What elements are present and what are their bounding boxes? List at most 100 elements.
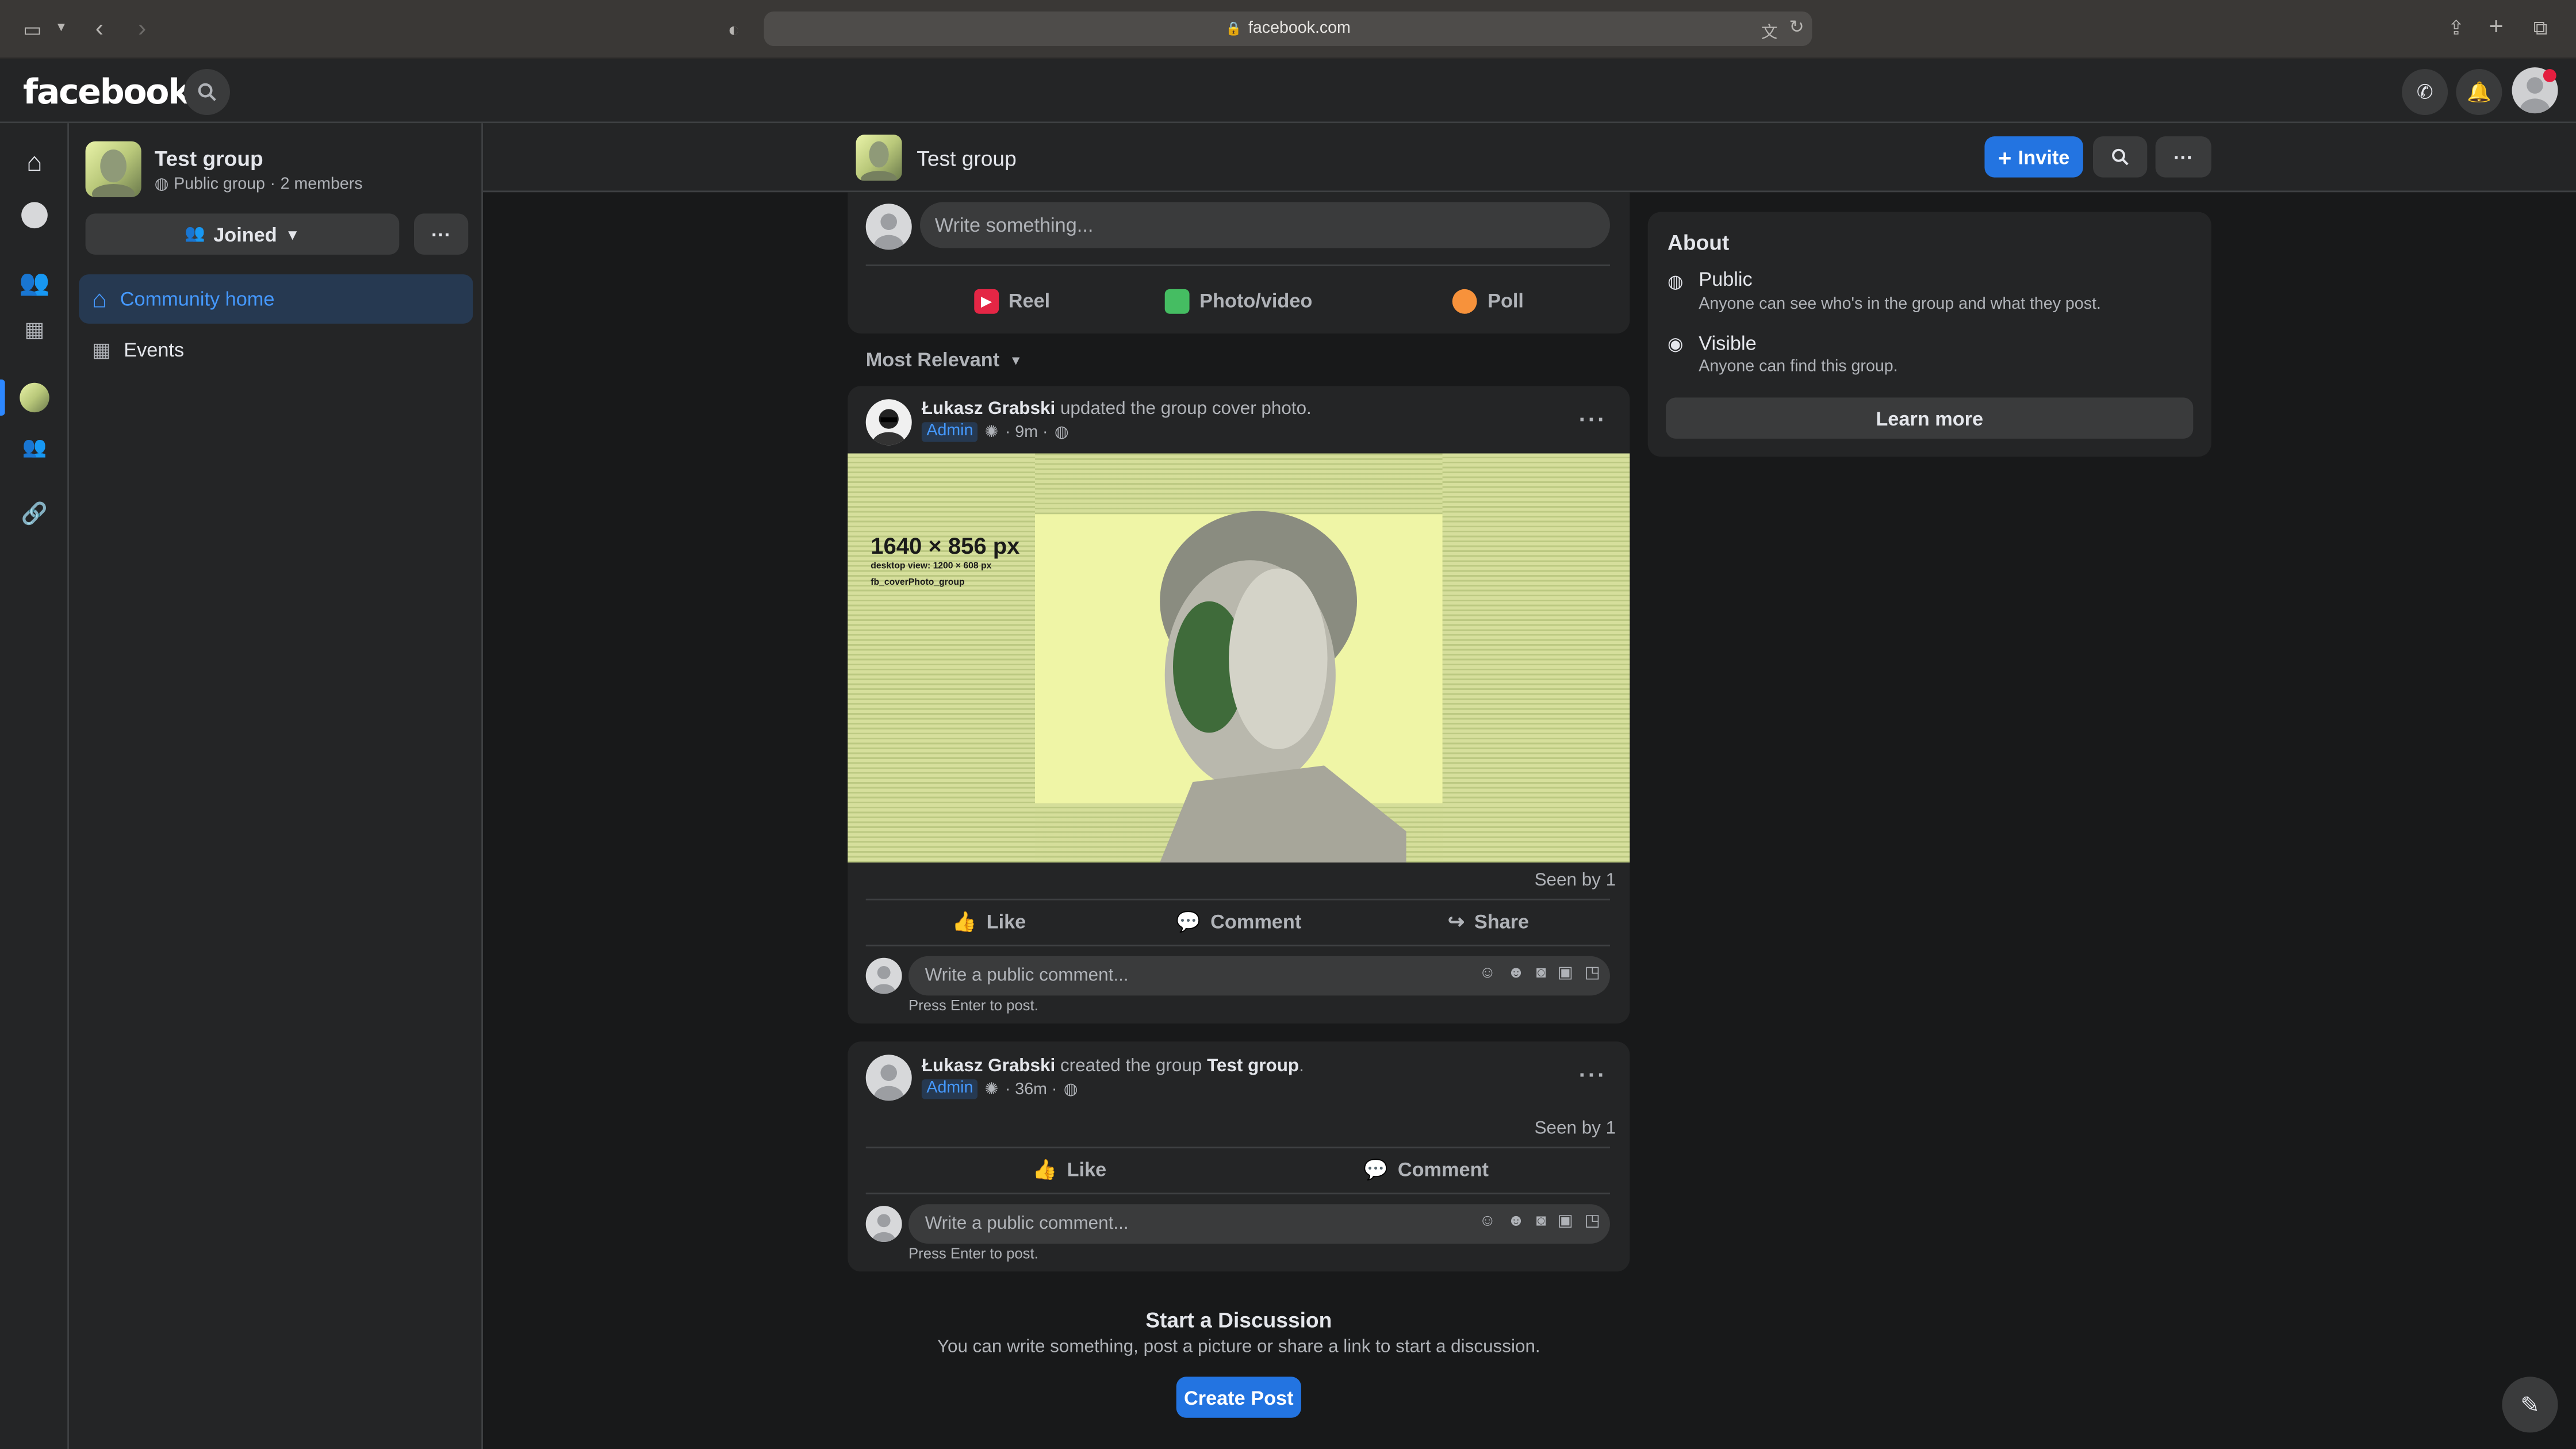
group-link[interactable]: Test group <box>1207 1056 1299 1076</box>
camera-icon[interactable]: ◙ <box>1536 964 1546 982</box>
badge-icon: ✺ <box>984 423 999 442</box>
messenger-icon: ✆ <box>2416 80 2433 103</box>
more-options-button[interactable]: ··· <box>414 213 469 255</box>
user-avatar <box>865 957 902 994</box>
group-thumbnail[interactable] <box>85 141 141 197</box>
group-thumbnail[interactable] <box>856 135 902 181</box>
like-button[interactable]: 👍 Like <box>1004 1147 1136 1193</box>
link-icon[interactable]: 🔗 <box>18 498 51 531</box>
seen-by[interactable]: Seen by 1 <box>1535 1119 1616 1138</box>
discussion-title: Start a Discussion <box>1145 1308 1332 1333</box>
create-post-button[interactable]: Create Post <box>1176 1377 1301 1418</box>
search-button[interactable] <box>184 69 230 115</box>
discussion-desc: You can write something, post a picture … <box>937 1337 1540 1357</box>
compose-icon: ✎ <box>2520 1390 2540 1417</box>
author-avatar[interactable] <box>865 1055 912 1101</box>
reel-button[interactable]: ▶ Reel <box>914 278 1111 324</box>
people-icon[interactable]: 👥 <box>18 431 51 463</box>
sticker-icon[interactable]: ◳ <box>1585 964 1600 982</box>
plus-icon: + <box>1998 144 2012 170</box>
shield-icon[interactable]: ◐ <box>728 18 740 41</box>
browser-toolbar: ▭ ▾ ‹ › ◐ 🔒 facebook.com 文 ↻ ⇪ + ⧉ <box>0 0 2576 59</box>
user-avatar <box>865 1206 902 1242</box>
home-icon: ⌂ <box>92 285 107 313</box>
comment-input[interactable]: Write a public comment... ☺ ☻ ◙ ▣ ◳ <box>908 956 1610 996</box>
search-icon <box>198 83 216 101</box>
admin-badge: Admin <box>921 422 979 442</box>
joined-button[interactable]: 👥 Joined ▼ <box>85 213 400 255</box>
learn-more-button[interactable]: Learn more <box>1666 397 2194 439</box>
chevron-down-icon[interactable]: ▾ <box>57 18 65 36</box>
photo-icon <box>1165 288 1190 313</box>
like-button[interactable]: 👍 Like <box>923 899 1055 945</box>
author-name[interactable]: Łukasz Grabski <box>922 399 1055 419</box>
group-thumbnail-icon[interactable] <box>20 382 49 413</box>
tabs-overview-icon[interactable]: ⧉ <box>2533 17 2548 41</box>
post-options-icon[interactable]: ··· <box>1579 406 1607 432</box>
gif-icon[interactable]: ▣ <box>1558 964 1573 982</box>
user-avatar <box>865 204 912 250</box>
globe-icon: ◍ <box>1054 423 1069 442</box>
new-message-button[interactable]: ✎ <box>2502 1377 2558 1433</box>
cover-photo[interactable]: 1640 × 856 px desktop view: 1200 × 608 p… <box>848 453 1630 862</box>
reload-icon[interactable]: ↻ <box>1789 17 1804 38</box>
share-icon[interactable]: ⇪ <box>2448 17 2464 40</box>
author-name[interactable]: Łukasz Grabski <box>922 1056 1055 1076</box>
composer-input[interactable]: Write something... <box>920 202 1610 248</box>
visible-title: Visible <box>1699 332 1757 355</box>
profile-icon[interactable] <box>18 199 51 232</box>
comment-input[interactable]: Write a public comment... ☺ ☻ ◙ ▣ ◳ <box>908 1204 1610 1244</box>
comment-button[interactable]: 💬 Comment <box>1357 1147 1495 1193</box>
sidebar-item-community-home[interactable]: ⌂ Community home <box>79 274 473 324</box>
facebook-header: facebook ✆ 🔔 <box>0 59 2576 124</box>
facebook-logo[interactable]: facebook <box>23 72 191 112</box>
avatar-sticker-icon[interactable]: ☺ <box>1479 964 1496 982</box>
poll-button[interactable]: Poll <box>1390 278 1587 324</box>
share-button[interactable]: ↪ Share <box>1429 899 1548 945</box>
photo-video-button[interactable]: Photo/video <box>1140 278 1337 324</box>
group-more-button[interactable]: ··· <box>2155 136 2211 178</box>
public-desc: Anyone can see who's in the group and wh… <box>1699 296 2101 314</box>
group-title[interactable]: Test group <box>917 146 1016 171</box>
url-text: facebook.com <box>1248 20 1351 38</box>
post-options-icon[interactable]: ··· <box>1579 1061 1607 1088</box>
about-card: About ◍ Public Anyone can see who's in t… <box>1647 212 2211 457</box>
sticker-icon[interactable]: ◳ <box>1585 1213 1600 1230</box>
author-avatar[interactable] <box>865 399 912 446</box>
seen-by[interactable]: Seen by 1 <box>1535 871 1616 890</box>
admin-badge: Admin <box>921 1079 979 1099</box>
post-meta: Admin ✺ · 9m · ◍ <box>921 422 1069 442</box>
emoji-icon[interactable]: ☻ <box>1507 1213 1524 1230</box>
avatar-sticker-icon[interactable]: ☺ <box>1479 1213 1496 1230</box>
messenger-button[interactable]: ✆ <box>2402 69 2448 115</box>
apps-grid-icon[interactable]: ▦ <box>18 314 51 347</box>
post-time[interactable]: · 36m · <box>1005 1080 1057 1098</box>
poll-icon <box>1453 288 1478 313</box>
caret-down-icon: ▼ <box>285 225 300 243</box>
address-bar[interactable]: 🔒 facebook.com <box>764 12 1812 46</box>
public-title: Public <box>1699 267 1753 291</box>
group-search-button[interactable] <box>2093 136 2148 178</box>
comment-icon: 💬 <box>1363 1158 1388 1182</box>
forward-icon[interactable]: › <box>138 15 146 43</box>
gif-icon[interactable]: ▣ <box>1558 1213 1573 1230</box>
group-name[interactable]: Test group <box>155 146 263 171</box>
thumbs-up-icon: 👍 <box>1032 1158 1057 1182</box>
invite-button[interactable]: + Invite <box>1984 136 2083 178</box>
comment-button[interactable]: 💬 Comment <box>1170 899 1308 945</box>
groups-icon[interactable]: 👥 <box>18 266 51 299</box>
back-icon[interactable]: ‹ <box>95 15 103 43</box>
sort-dropdown[interactable]: Most Relevant ▼ <box>866 348 1022 371</box>
group-members[interactable]: 2 members <box>281 176 363 194</box>
post-time[interactable]: · 9m · <box>1005 423 1048 441</box>
emoji-icon[interactable]: ☻ <box>1507 964 1524 982</box>
camera-icon[interactable]: ◙ <box>1536 1213 1546 1230</box>
new-tab-icon[interactable]: + <box>2489 13 2504 41</box>
translate-icon[interactable]: 文 <box>1761 18 1778 43</box>
home-icon[interactable]: ⌂ <box>18 148 51 181</box>
sidebar-toggle-icon[interactable]: ▭ <box>23 18 41 41</box>
notifications-button[interactable]: 🔔 <box>2456 69 2502 115</box>
caret-down-icon: ▼ <box>1009 352 1022 367</box>
sidebar-item-events[interactable]: ▦ Events <box>79 325 473 375</box>
globe-icon: ◍ <box>1063 1080 1078 1098</box>
